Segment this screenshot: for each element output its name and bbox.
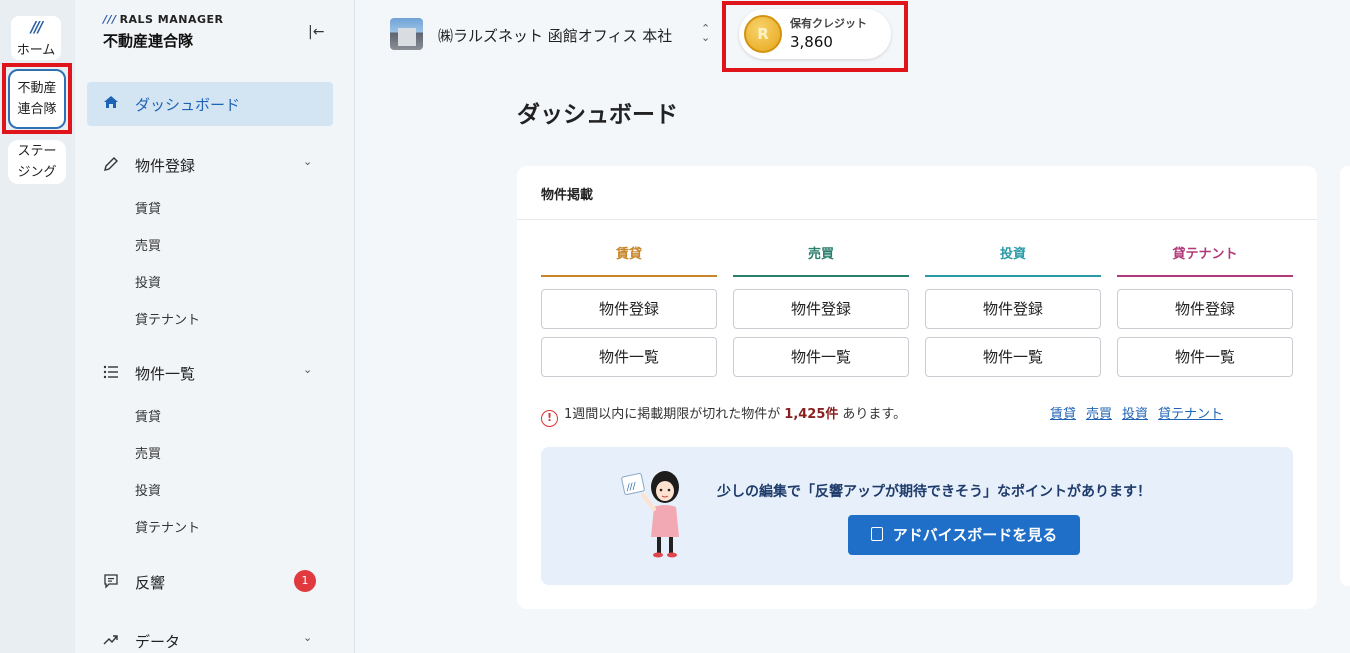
sidebar-group-label: 物件登録 bbox=[135, 157, 196, 175]
chevron-down-icon: ⌄ bbox=[303, 363, 313, 376]
sidebar-group-label: 物件一覧 bbox=[135, 365, 196, 383]
clipboard-icon bbox=[870, 527, 883, 541]
expiry-link-rent[interactable]: 賃貸 bbox=[1050, 407, 1076, 422]
listing-column-invest: 投資 物件登録 物件一覧 bbox=[925, 244, 1101, 377]
rail-item-label-line2: ジング bbox=[17, 165, 57, 180]
sidebar-item-list-tenant[interactable]: 貸テナント bbox=[135, 517, 200, 536]
sidebar-item-list-invest[interactable]: 投資 bbox=[135, 480, 161, 499]
list-button-tenant[interactable]: 物件一覧 bbox=[1117, 337, 1293, 377]
register-button-tenant[interactable]: 物件登録 bbox=[1117, 289, 1293, 329]
register-button-invest[interactable]: 物件登録 bbox=[925, 289, 1101, 329]
pencil-icon bbox=[104, 157, 118, 171]
list-button-rent[interactable]: 物件一覧 bbox=[541, 337, 717, 377]
advice-board-button-label: アドバイスボードを見る bbox=[892, 526, 1058, 544]
brand-title: 不動産連合隊 bbox=[103, 32, 194, 50]
sidebar-group-label: 反響 bbox=[135, 574, 166, 592]
rail-item-staging[interactable]: ステー ジング bbox=[8, 140, 66, 184]
rail-home-button[interactable]: /// ホーム bbox=[11, 16, 61, 60]
column-header: 貸テナント bbox=[1117, 244, 1293, 277]
company-selector[interactable]: ㈱ラルズネット 函館オフィス 本社 bbox=[438, 25, 672, 46]
listing-column-rent: 賃貸 物件登録 物件一覧 bbox=[541, 244, 717, 377]
chevron-down-icon: ⌄ bbox=[303, 155, 313, 168]
highlight-box-credit bbox=[722, 1, 908, 72]
sidebar-item-dashboard-label: ダッシュボード bbox=[135, 96, 241, 114]
sidebar-item-register-rent[interactable]: 賃貸 bbox=[135, 198, 161, 217]
advice-message: 少しの編集で「反響アップが期待できそう」なポイントがあります！ bbox=[717, 484, 1151, 500]
message-icon bbox=[104, 574, 118, 589]
rals-logo-icon: /// bbox=[30, 18, 43, 36]
register-button-sale[interactable]: 物件登録 bbox=[733, 289, 909, 329]
sidebar: ///RALS MANAGER 不動産連合隊 |← ダッシュボード 物件登録 ⌄… bbox=[75, 0, 355, 653]
sidebar-group-label: データ bbox=[135, 633, 181, 651]
warning-count: 1,425件 bbox=[784, 407, 839, 422]
listing-column-sale: 売買 物件登録 物件一覧 bbox=[733, 244, 909, 377]
advice-banner: /// 少しの編集で「反響アップが期待できそう」なポイントがあります！ アドバイ… bbox=[541, 447, 1293, 585]
expiry-link-sale[interactable]: 売買 bbox=[1086, 407, 1112, 422]
card-title: 物件掲載 bbox=[541, 188, 594, 203]
brand-subtitle: ///RALS MANAGER bbox=[103, 13, 224, 26]
sidebar-item-register-invest[interactable]: 投資 bbox=[135, 272, 161, 291]
expiry-link-invest[interactable]: 投資 bbox=[1122, 407, 1148, 422]
adjacent-panel-edge bbox=[1340, 166, 1350, 586]
trend-up-icon bbox=[103, 635, 118, 645]
card-header: 物件掲載 bbox=[517, 166, 1317, 220]
expiry-links: 賃貸 売買 投資 貸テナント bbox=[1050, 403, 1233, 422]
chevron-down-icon: ⌄ bbox=[303, 631, 313, 644]
brand: ///RALS MANAGER 不動産連合隊 bbox=[103, 13, 224, 51]
mascot-illustration: /// bbox=[621, 471, 679, 558]
column-header: 賃貸 bbox=[541, 244, 717, 277]
listing-card: 物件掲載 賃貸 物件登録 物件一覧 売買 物件登録 物件一覧 投資 物件登録 物… bbox=[517, 166, 1317, 609]
listing-column-tenant: 貸テナント 物件登録 物件一覧 bbox=[1117, 244, 1293, 377]
list-button-sale[interactable]: 物件一覧 bbox=[733, 337, 909, 377]
column-header: 投資 bbox=[925, 244, 1101, 277]
column-header: 売買 bbox=[733, 244, 909, 277]
sidebar-item-list-rent[interactable]: 賃貸 bbox=[135, 406, 161, 425]
company-thumbnail bbox=[390, 18, 423, 50]
alert-circle-icon: ! bbox=[541, 410, 558, 427]
brand-sub-text: RALS MANAGER bbox=[119, 13, 224, 26]
list-icon bbox=[103, 365, 118, 379]
register-button-rent[interactable]: 物件登録 bbox=[541, 289, 717, 329]
sidebar-item-list-sale[interactable]: 売買 bbox=[135, 443, 161, 462]
chevron-updown-icon[interactable]: ⌃ ⌄ bbox=[701, 23, 710, 43]
inquiries-count-badge: 1 bbox=[294, 570, 316, 592]
sidebar-item-register-tenant[interactable]: 貸テナント bbox=[135, 309, 200, 328]
sidebar-item-dashboard[interactable]: ダッシュボード bbox=[87, 82, 333, 126]
rail-item-label-line1: ステー bbox=[17, 144, 57, 159]
sidebar-item-register-sale[interactable]: 売買 bbox=[135, 235, 161, 254]
brand-mark-icon: /// bbox=[103, 13, 117, 26]
page-title: ダッシュボード bbox=[517, 102, 678, 128]
list-button-invest[interactable]: 物件一覧 bbox=[925, 337, 1101, 377]
home-icon bbox=[104, 96, 118, 108]
expiry-link-tenant[interactable]: 貸テナント bbox=[1158, 407, 1223, 422]
highlight-box-rail bbox=[2, 63, 72, 134]
warning-suffix: あります。 bbox=[842, 407, 907, 422]
rail-home-label: ホーム bbox=[16, 43, 56, 58]
expiry-warning: ! 1週間以内に掲載期限が切れた物件が 1,425件 あります。 bbox=[541, 403, 906, 427]
warning-prefix: 1週間以内に掲載期限が切れた物件が bbox=[564, 407, 781, 422]
collapse-sidebar-icon[interactable]: |← bbox=[308, 24, 324, 40]
advice-board-button[interactable]: アドバイスボードを見る bbox=[848, 515, 1080, 555]
